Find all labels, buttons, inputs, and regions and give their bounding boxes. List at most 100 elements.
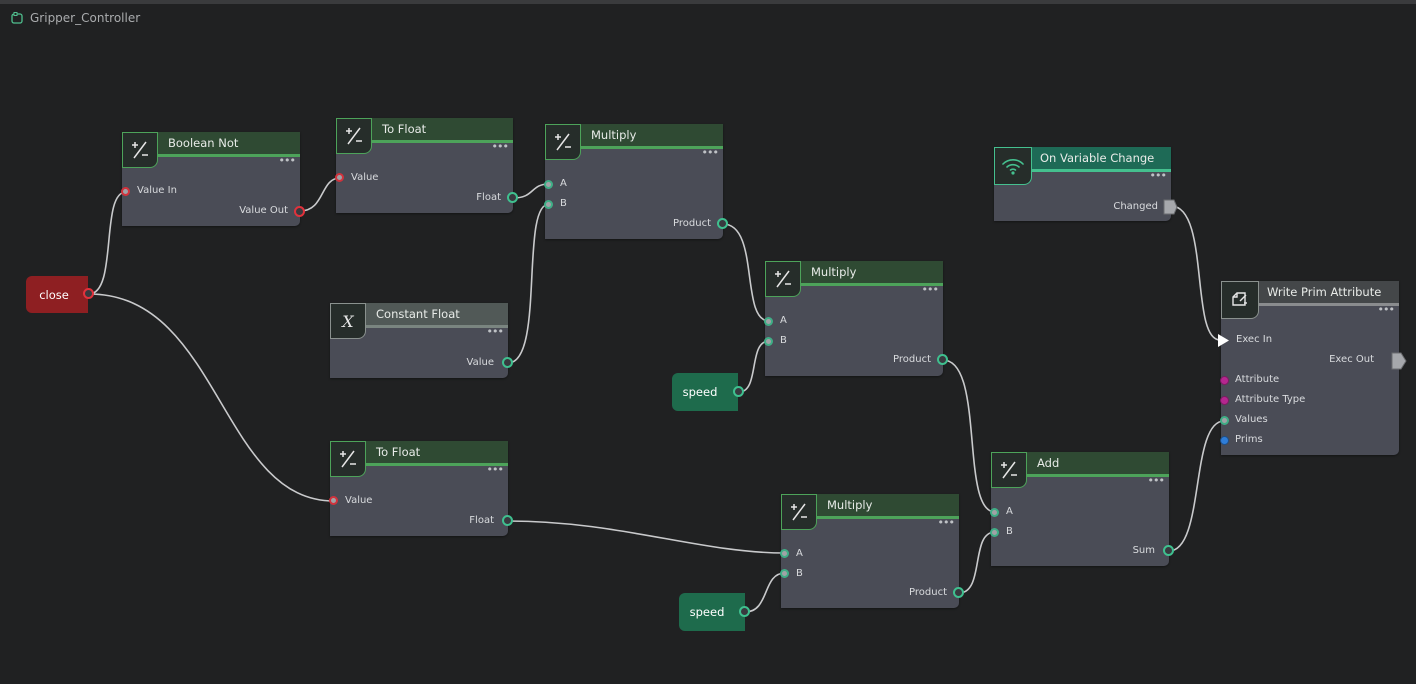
multiply-node[interactable]: Multiply ••• A B Product	[765, 261, 943, 376]
math-operator-icon	[336, 118, 372, 154]
math-operator-icon	[330, 441, 366, 477]
to-float-float-out-port[interactable]	[507, 192, 518, 203]
boolean-not-node[interactable]: Boolean Not ••• Value In Value Out	[122, 132, 300, 226]
to-float-node[interactable]: To Float ••• Value Float	[330, 441, 508, 536]
math-operator-icon	[545, 124, 581, 160]
node-title: Constant Float	[376, 307, 460, 321]
product-label: Product	[893, 354, 931, 365]
wire-multiply-3-to-add	[958, 531, 996, 594]
more-options-icon[interactable]: •••	[487, 326, 504, 337]
variable-x-icon: X	[330, 303, 366, 339]
boolean-not-value-out-port[interactable]	[294, 206, 305, 217]
more-options-icon[interactable]: •••	[922, 284, 939, 295]
boolean-not-value-in-port[interactable]	[121, 187, 130, 196]
input-b-label: B	[560, 198, 567, 209]
multiply-node[interactable]: Multiply ••• A B Product	[781, 494, 959, 608]
changed-label: Changed	[1113, 201, 1158, 212]
node-title: To Float	[376, 445, 421, 459]
multiply-b-port[interactable]	[544, 200, 553, 209]
math-operator-icon	[991, 452, 1027, 488]
more-options-icon[interactable]: •••	[702, 147, 719, 158]
more-options-icon[interactable]: •••	[279, 155, 296, 166]
constant-float-value-port[interactable]	[502, 357, 513, 368]
variable-close-node[interactable]: close	[26, 276, 88, 313]
variable-close-label: close	[39, 287, 69, 302]
more-options-icon[interactable]: •••	[1150, 170, 1167, 181]
top-strip	[0, 0, 1416, 4]
wire-close-to-to-float-2	[88, 293, 335, 502]
wire-constant-float-to-multiply-1	[507, 203, 550, 364]
to-float-float-out-port[interactable]	[502, 515, 513, 526]
add-a-port[interactable]	[990, 508, 999, 517]
math-operator-icon	[781, 494, 817, 530]
node-title: Boolean Not	[168, 136, 239, 150]
wire-add-to-write-values	[1168, 420, 1225, 552]
multiply-a-port[interactable]	[544, 180, 553, 189]
attribute-port[interactable]	[1220, 376, 1229, 385]
values-port[interactable]	[1220, 416, 1229, 425]
prim-write-icon	[1221, 281, 1259, 319]
to-float-value-in-port[interactable]	[335, 173, 344, 182]
multiply-product-port[interactable]	[717, 218, 728, 229]
node-title: Multiply	[811, 265, 857, 279]
add-sum-port[interactable]	[1163, 545, 1174, 556]
connection-wires	[88, 177, 1225, 613]
product-label: Product	[673, 218, 711, 229]
node-title: Multiply	[827, 498, 873, 512]
more-options-icon[interactable]: •••	[492, 141, 509, 152]
graph-title-bar: Gripper_Controller	[11, 11, 140, 25]
changed-exec-out-port[interactable]	[1163, 199, 1179, 215]
signal-broadcast-icon	[994, 147, 1032, 185]
input-b-label: B	[1006, 526, 1013, 537]
to-float-node[interactable]: To Float ••• Value Float	[336, 118, 513, 213]
to-float-value-in-port[interactable]	[329, 496, 338, 505]
input-a-label: A	[780, 315, 787, 326]
multiply-b-port[interactable]	[764, 337, 773, 346]
variable-speed-label: speed	[682, 385, 718, 399]
prims-port[interactable]	[1220, 436, 1229, 445]
constant-float-node[interactable]: X Constant Float ••• Value	[330, 303, 508, 378]
multiply-b-port[interactable]	[780, 569, 789, 578]
value-in-label: Value In	[137, 185, 177, 196]
multiply-product-port[interactable]	[953, 587, 964, 598]
input-a-label: A	[1006, 506, 1013, 517]
speed-output-port[interactable]	[733, 386, 744, 397]
values-label: Values	[1235, 414, 1268, 425]
input-b-label: B	[796, 568, 803, 579]
sum-label: Sum	[1132, 545, 1155, 556]
prims-label: Prims	[1235, 434, 1263, 445]
multiply-product-port[interactable]	[937, 354, 948, 365]
value-label: Value	[351, 172, 379, 183]
attribute-type-label: Attribute Type	[1235, 394, 1306, 405]
variable-speed-node[interactable]: speed	[672, 373, 738, 411]
wire-speed-2-to-multiply-3	[744, 572, 786, 613]
close-output-port[interactable]	[83, 288, 94, 299]
multiply-node[interactable]: Multiply ••• A B Product	[545, 124, 723, 239]
attribute-type-port[interactable]	[1220, 396, 1229, 405]
input-a-label: A	[796, 548, 803, 559]
math-operator-icon	[765, 261, 801, 297]
node-title: Add	[1037, 456, 1060, 470]
more-options-icon[interactable]: •••	[1148, 475, 1165, 486]
exec-in-port[interactable]	[1217, 333, 1231, 348]
add-b-port[interactable]	[990, 528, 999, 537]
more-options-icon[interactable]: •••	[938, 517, 955, 528]
node-title: Write Prim Attribute	[1267, 285, 1382, 299]
node-title: On Variable Change	[1040, 151, 1155, 165]
attribute-label: Attribute	[1235, 374, 1280, 385]
value-label: Value	[345, 495, 373, 506]
variable-speed-node[interactable]: speed	[679, 593, 745, 631]
more-options-icon[interactable]: •••	[1378, 304, 1395, 315]
add-node[interactable]: Add ••• A B Sum	[991, 452, 1169, 566]
input-b-label: B	[780, 335, 787, 346]
write-prim-attribute-node[interactable]: Write Prim Attribute ••• Exec In Exec Ou…	[1221, 281, 1399, 455]
more-options-icon[interactable]: •••	[487, 464, 504, 475]
multiply-a-port[interactable]	[764, 317, 773, 326]
on-variable-change-node[interactable]: On Variable Change ••• Changed	[994, 147, 1171, 221]
wire-multiply-2-to-add	[942, 359, 996, 513]
speed-output-port[interactable]	[739, 606, 750, 617]
value-out-label: Value Out	[239, 205, 288, 216]
exec-out-port[interactable]	[1391, 352, 1407, 370]
multiply-a-port[interactable]	[780, 549, 789, 558]
math-operator-icon	[122, 132, 158, 168]
